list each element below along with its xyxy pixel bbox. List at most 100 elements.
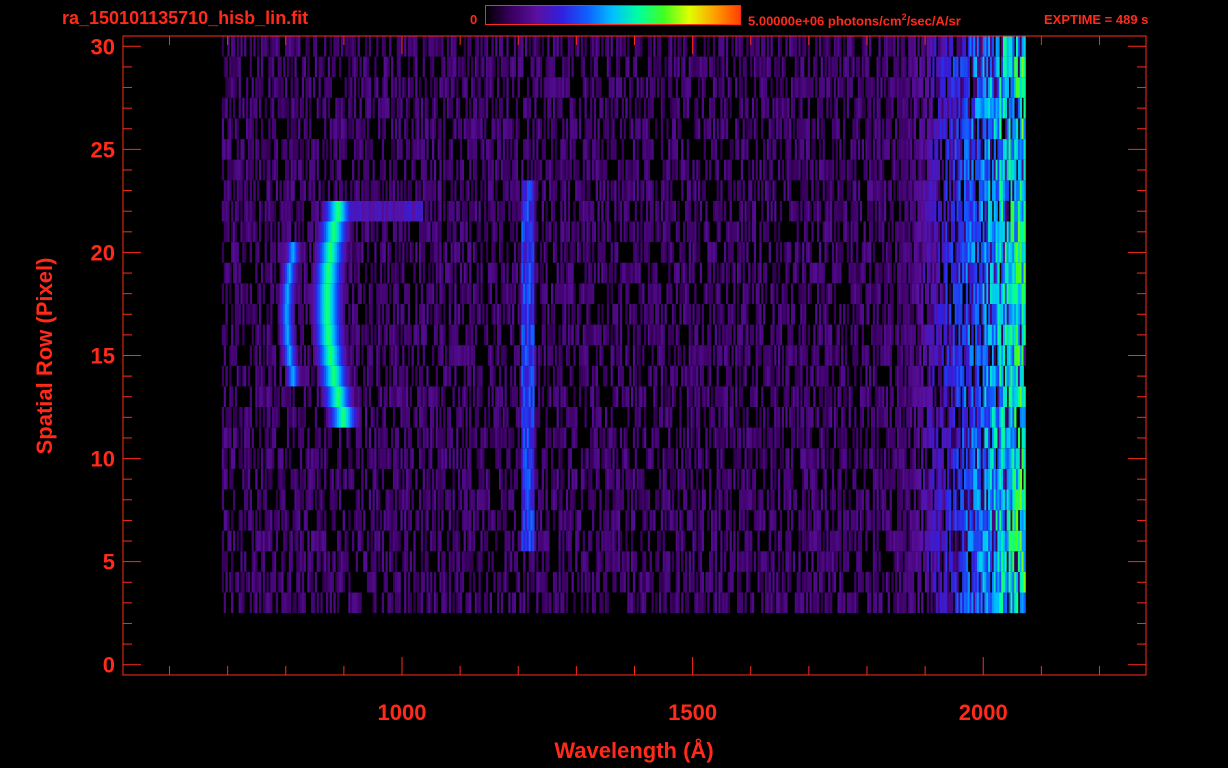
heat-cell xyxy=(426,427,429,449)
heat-cell xyxy=(545,571,548,593)
heat-cell xyxy=(471,324,474,346)
heat-cell xyxy=(644,592,647,614)
heat-cell xyxy=(454,262,457,284)
heatmap-layer xyxy=(221,36,1026,614)
heat-cell xyxy=(878,283,881,305)
heat-cell xyxy=(882,242,885,263)
heat-cell xyxy=(430,304,433,325)
heat-cell xyxy=(908,427,911,449)
heat-cell xyxy=(761,324,764,346)
heat-cell xyxy=(288,592,292,614)
heat-cell xyxy=(378,345,381,366)
heat-cell xyxy=(772,324,775,346)
heat-cell xyxy=(610,242,613,263)
heat-cell xyxy=(731,345,734,366)
heat-cell xyxy=(1016,592,1019,614)
heat-cell xyxy=(701,571,704,593)
heat-cell xyxy=(1023,530,1026,552)
heat-cell xyxy=(1003,345,1006,366)
heat-cell xyxy=(746,304,749,325)
heat-cell xyxy=(283,551,286,572)
heat-cell xyxy=(407,571,411,593)
heat-cell xyxy=(781,427,784,449)
heat-cell xyxy=(642,283,645,305)
heat-cell xyxy=(651,448,654,469)
heat-cell xyxy=(662,324,665,346)
heat-cell xyxy=(578,386,582,408)
heat-cell xyxy=(884,304,887,325)
heat-cell xyxy=(759,427,762,449)
heat-cell xyxy=(370,530,373,552)
heat-cell xyxy=(236,283,239,305)
heat-cell xyxy=(893,427,896,449)
heat-cell xyxy=(822,448,825,469)
heat-cell xyxy=(822,262,825,284)
heat-cell xyxy=(727,262,730,284)
heat-cell xyxy=(856,427,859,449)
heat-cell xyxy=(671,324,675,346)
heat-cell xyxy=(532,510,535,531)
heat-cell xyxy=(634,551,637,572)
heat-cell xyxy=(1023,386,1026,408)
heat-cell xyxy=(658,221,662,243)
heat-cell xyxy=(500,386,504,408)
heat-cell xyxy=(428,468,431,490)
heat-cell xyxy=(711,571,714,593)
heat-cell xyxy=(309,345,312,366)
heat-cell xyxy=(872,242,876,263)
heat-cell xyxy=(887,448,890,469)
heat-cell xyxy=(541,262,544,284)
heat-cell xyxy=(1023,324,1026,346)
heat-cell xyxy=(939,365,943,387)
heat-cell xyxy=(402,242,405,263)
heat-cell xyxy=(945,530,948,552)
heat-cell xyxy=(751,592,755,614)
heat-cell xyxy=(802,407,805,428)
heat-cell xyxy=(711,551,714,572)
heat-cell xyxy=(465,262,468,284)
heat-cell xyxy=(545,468,548,490)
heat-cell xyxy=(565,489,569,511)
heat-cell xyxy=(714,489,717,511)
heat-cell xyxy=(270,365,273,387)
heat-cell xyxy=(655,386,658,408)
heat-cell xyxy=(826,448,829,469)
heat-cell xyxy=(638,365,641,387)
heat-cell xyxy=(675,365,678,387)
heat-cell xyxy=(448,304,451,325)
heat-cell xyxy=(272,283,275,305)
heat-cell xyxy=(658,468,662,490)
heat-cell xyxy=(560,489,563,511)
heat-cell xyxy=(917,427,920,449)
heat-cell xyxy=(891,304,894,325)
heat-cell xyxy=(499,407,502,428)
heat-cell xyxy=(937,242,941,263)
heat-cell xyxy=(478,304,481,325)
heat-cell xyxy=(376,468,379,490)
heat-cell xyxy=(419,262,422,284)
heat-cell xyxy=(383,345,386,366)
heat-cell xyxy=(270,262,273,284)
heat-cell xyxy=(978,386,982,408)
heat-cell xyxy=(465,427,468,449)
heat-cell xyxy=(348,304,351,325)
heat-cell xyxy=(932,365,935,387)
heat-cell xyxy=(694,489,697,511)
heat-cell xyxy=(753,489,757,511)
heat-cell xyxy=(231,386,234,408)
heat-cell xyxy=(597,304,600,325)
heat-cell xyxy=(789,530,792,552)
heat-cell xyxy=(733,530,736,552)
heat-cell xyxy=(452,551,455,572)
heat-cell xyxy=(874,592,877,614)
heat-cell xyxy=(296,530,299,552)
heat-cell xyxy=(603,221,606,243)
heat-cell xyxy=(502,304,505,325)
heat-cell xyxy=(811,365,814,387)
heat-cell xyxy=(937,262,941,284)
heat-cell xyxy=(831,468,835,490)
heat-cell xyxy=(299,283,303,305)
heat-cell xyxy=(699,262,703,284)
heat-cell xyxy=(681,448,684,469)
heat-cell xyxy=(798,571,801,593)
